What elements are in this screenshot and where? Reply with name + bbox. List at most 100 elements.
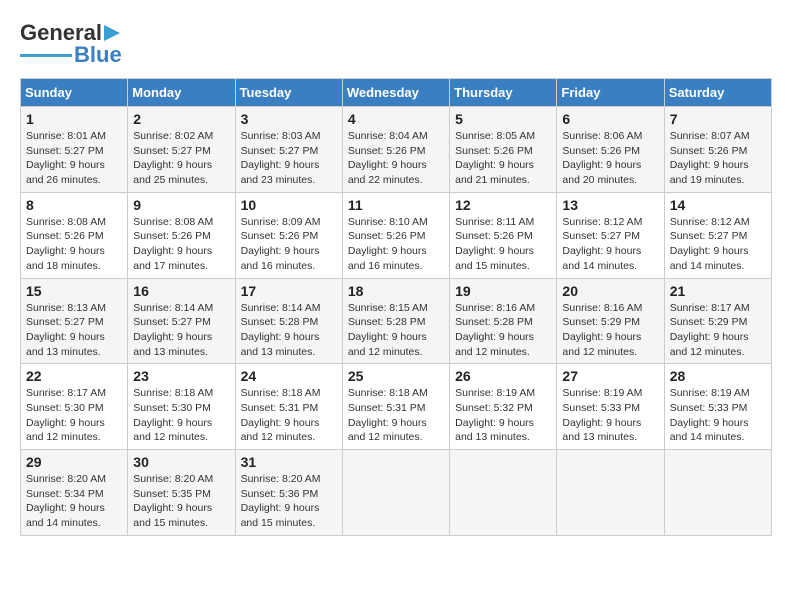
day-detail: Sunrise: 8:20 AMSunset: 5:35 PMDaylight:… <box>133 472 229 531</box>
day-number: 9 <box>133 197 229 213</box>
calendar-cell: 10 Sunrise: 8:09 AMSunset: 5:26 PMDayligh… <box>235 192 342 278</box>
calendar-cell: 18 Sunrise: 8:15 AMSunset: 5:28 PMDayligh… <box>342 278 449 364</box>
calendar-cell: 17 Sunrise: 8:14 AMSunset: 5:28 PMDayligh… <box>235 278 342 364</box>
day-number: 2 <box>133 111 229 127</box>
logo-underline <box>20 54 72 57</box>
calendar-header-row: SundayMondayTuesdayWednesdayThursdayFrid… <box>21 79 772 107</box>
calendar-cell: 19 Sunrise: 8:16 AMSunset: 5:28 PMDayligh… <box>450 278 557 364</box>
day-detail: Sunrise: 8:05 AMSunset: 5:26 PMDaylight:… <box>455 129 551 188</box>
day-number: 26 <box>455 368 551 384</box>
day-number: 7 <box>670 111 766 127</box>
day-detail: Sunrise: 8:20 AMSunset: 5:36 PMDaylight:… <box>241 472 337 531</box>
calendar-cell <box>664 450 771 536</box>
calendar-cell <box>557 450 664 536</box>
day-detail: Sunrise: 8:14 AMSunset: 5:27 PMDaylight:… <box>133 301 229 360</box>
calendar-cell: 16 Sunrise: 8:14 AMSunset: 5:27 PMDayligh… <box>128 278 235 364</box>
day-number: 3 <box>241 111 337 127</box>
day-number: 22 <box>26 368 122 384</box>
day-detail: Sunrise: 8:11 AMSunset: 5:26 PMDaylight:… <box>455 215 551 274</box>
calendar-cell: 3 Sunrise: 8:03 AMSunset: 5:27 PMDaylight… <box>235 107 342 193</box>
day-detail: Sunrise: 8:20 AMSunset: 5:34 PMDaylight:… <box>26 472 122 531</box>
day-detail: Sunrise: 8:09 AMSunset: 5:26 PMDaylight:… <box>241 215 337 274</box>
day-number: 14 <box>670 197 766 213</box>
day-number: 27 <box>562 368 658 384</box>
calendar-week-row: 15 Sunrise: 8:13 AMSunset: 5:27 PMDayligh… <box>21 278 772 364</box>
calendar-header-wednesday: Wednesday <box>342 79 449 107</box>
day-detail: Sunrise: 8:07 AMSunset: 5:26 PMDaylight:… <box>670 129 766 188</box>
calendar-cell <box>450 450 557 536</box>
day-number: 18 <box>348 283 444 299</box>
day-detail: Sunrise: 8:14 AMSunset: 5:28 PMDaylight:… <box>241 301 337 360</box>
calendar-cell: 2 Sunrise: 8:02 AMSunset: 5:27 PMDaylight… <box>128 107 235 193</box>
calendar-cell: 8Sunrise: 8:08 AMSunset: 5:26 PMDaylight… <box>21 192 128 278</box>
calendar-cell: 11 Sunrise: 8:10 AMSunset: 5:26 PMDayligh… <box>342 192 449 278</box>
day-number: 20 <box>562 283 658 299</box>
day-number: 8 <box>26 197 122 213</box>
calendar-cell: 26 Sunrise: 8:19 AMSunset: 5:32 PMDayligh… <box>450 364 557 450</box>
calendar-header-sunday: Sunday <box>21 79 128 107</box>
calendar-cell: 7 Sunrise: 8:07 AMSunset: 5:26 PMDaylight… <box>664 107 771 193</box>
day-number: 23 <box>133 368 229 384</box>
day-number: 21 <box>670 283 766 299</box>
calendar-cell: 31Sunrise: 8:20 AMSunset: 5:36 PMDayligh… <box>235 450 342 536</box>
calendar-cell: 30 Sunrise: 8:20 AMSunset: 5:35 PMDayligh… <box>128 450 235 536</box>
day-detail: Sunrise: 8:16 AMSunset: 5:29 PMDaylight:… <box>562 301 658 360</box>
calendar-header-friday: Friday <box>557 79 664 107</box>
day-number: 11 <box>348 197 444 213</box>
calendar-header-monday: Monday <box>128 79 235 107</box>
day-number: 15 <box>26 283 122 299</box>
day-detail: Sunrise: 8:19 AMSunset: 5:33 PMDaylight:… <box>562 386 658 445</box>
day-detail: Sunrise: 8:01 AMSunset: 5:27 PMDaylight:… <box>26 129 122 188</box>
day-detail: Sunrise: 8:08 AMSunset: 5:26 PMDaylight:… <box>133 215 229 274</box>
calendar-week-row: 29Sunrise: 8:20 AMSunset: 5:34 PMDayligh… <box>21 450 772 536</box>
logo: General Blue <box>20 20 126 68</box>
calendar-cell <box>342 450 449 536</box>
day-number: 5 <box>455 111 551 127</box>
day-detail: Sunrise: 8:06 AMSunset: 5:26 PMDaylight:… <box>562 129 658 188</box>
day-detail: Sunrise: 8:19 AMSunset: 5:32 PMDaylight:… <box>455 386 551 445</box>
calendar-cell: 27 Sunrise: 8:19 AMSunset: 5:33 PMDayligh… <box>557 364 664 450</box>
calendar-body: 1Sunrise: 8:01 AMSunset: 5:27 PMDaylight… <box>21 107 772 536</box>
calendar-cell: 5 Sunrise: 8:05 AMSunset: 5:26 PMDaylight… <box>450 107 557 193</box>
day-detail: Sunrise: 8:02 AMSunset: 5:27 PMDaylight:… <box>133 129 229 188</box>
calendar-cell: 6 Sunrise: 8:06 AMSunset: 5:26 PMDaylight… <box>557 107 664 193</box>
day-detail: Sunrise: 8:15 AMSunset: 5:28 PMDaylight:… <box>348 301 444 360</box>
calendar-cell: 13Sunrise: 8:12 AMSunset: 5:27 PMDayligh… <box>557 192 664 278</box>
day-number: 25 <box>348 368 444 384</box>
calendar-header-tuesday: Tuesday <box>235 79 342 107</box>
calendar-cell: 25 Sunrise: 8:18 AMSunset: 5:31 PMDayligh… <box>342 364 449 450</box>
calendar-cell: 14Sunrise: 8:12 AMSunset: 5:27 PMDayligh… <box>664 192 771 278</box>
day-detail: Sunrise: 8:16 AMSunset: 5:28 PMDaylight:… <box>455 301 551 360</box>
calendar-cell: 22Sunrise: 8:17 AMSunset: 5:30 PMDayligh… <box>21 364 128 450</box>
day-detail: Sunrise: 8:12 AMSunset: 5:27 PMDaylight:… <box>562 215 658 274</box>
calendar-week-row: 22Sunrise: 8:17 AMSunset: 5:30 PMDayligh… <box>21 364 772 450</box>
day-detail: Sunrise: 8:03 AMSunset: 5:27 PMDaylight:… <box>241 129 337 188</box>
day-detail: Sunrise: 8:19 AMSunset: 5:33 PMDaylight:… <box>670 386 766 445</box>
calendar-cell: 21Sunrise: 8:17 AMSunset: 5:29 PMDayligh… <box>664 278 771 364</box>
day-number: 28 <box>670 368 766 384</box>
day-number: 19 <box>455 283 551 299</box>
day-detail: Sunrise: 8:18 AMSunset: 5:31 PMDaylight:… <box>348 386 444 445</box>
day-number: 24 <box>241 368 337 384</box>
calendar-header-saturday: Saturday <box>664 79 771 107</box>
day-number: 10 <box>241 197 337 213</box>
day-number: 12 <box>455 197 551 213</box>
day-number: 16 <box>133 283 229 299</box>
day-number: 6 <box>562 111 658 127</box>
calendar-cell: 23 Sunrise: 8:18 AMSunset: 5:30 PMDayligh… <box>128 364 235 450</box>
calendar-cell: 29Sunrise: 8:20 AMSunset: 5:34 PMDayligh… <box>21 450 128 536</box>
calendar-table: SundayMondayTuesdayWednesdayThursdayFrid… <box>20 78 772 536</box>
day-detail: Sunrise: 8:04 AMSunset: 5:26 PMDaylight:… <box>348 129 444 188</box>
day-number: 17 <box>241 283 337 299</box>
calendar-cell: 1Sunrise: 8:01 AMSunset: 5:27 PMDaylight… <box>21 107 128 193</box>
calendar-cell: 20 Sunrise: 8:16 AMSunset: 5:29 PMDayligh… <box>557 278 664 364</box>
day-detail: Sunrise: 8:13 AMSunset: 5:27 PMDaylight:… <box>26 301 122 360</box>
day-number: 30 <box>133 454 229 470</box>
day-detail: Sunrise: 8:18 AMSunset: 5:30 PMDaylight:… <box>133 386 229 445</box>
calendar-cell: 15 Sunrise: 8:13 AMSunset: 5:27 PMDayligh… <box>21 278 128 364</box>
page-header: General Blue <box>20 20 772 68</box>
day-detail: Sunrise: 8:10 AMSunset: 5:26 PMDaylight:… <box>348 215 444 274</box>
calendar-cell: 12 Sunrise: 8:11 AMSunset: 5:26 PMDayligh… <box>450 192 557 278</box>
calendar-cell: 9 Sunrise: 8:08 AMSunset: 5:26 PMDaylight… <box>128 192 235 278</box>
logo-arrow-icon <box>104 23 126 43</box>
